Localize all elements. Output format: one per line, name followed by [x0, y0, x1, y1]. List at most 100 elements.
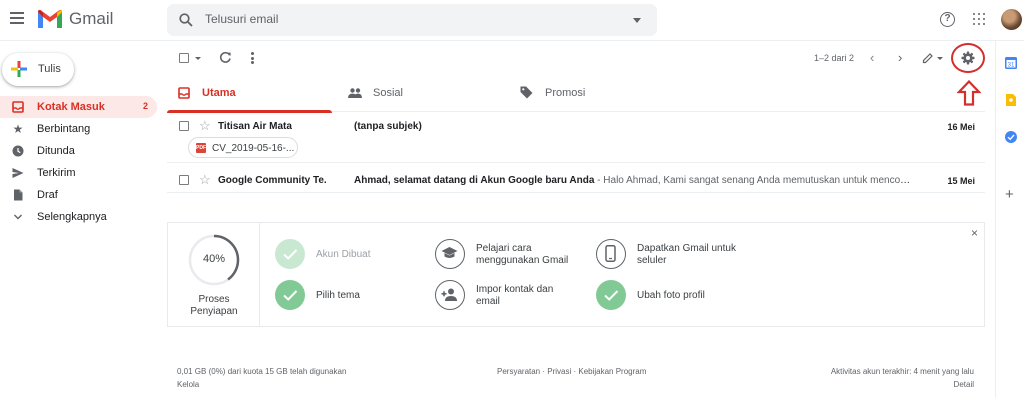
select-options-caret-icon[interactable] [195, 57, 201, 60]
input-tools-caret-icon[interactable] [937, 57, 943, 60]
category-tabs: Utama Sosial Promosi [167, 76, 985, 113]
main-menu-icon[interactable] [10, 12, 24, 24]
email-sender: Titisan Air Mata [218, 121, 292, 132]
sidebar-item-label: Terkirim [37, 167, 76, 179]
sidebar-nav: Kotak Masuk 2 ★ Berbintang Ditunda Terki… [0, 96, 157, 228]
email-row[interactable]: ☆ Google Community Te. Ahmad, selamat da… [167, 166, 985, 193]
gmail-logo[interactable]: Gmail [37, 9, 113, 29]
keep-icon[interactable] [1005, 94, 1017, 106]
progress-label-line: Proses [198, 294, 230, 305]
check-icon [596, 280, 626, 310]
attachment-name: CV_2019-05-16-... [212, 143, 295, 154]
task-label-line: Dapatkan Gmail untuk [637, 243, 736, 254]
tab-label: Utama [202, 87, 236, 99]
task-get-mobile-gmail[interactable]: Dapatkan Gmail untuk seluler [596, 239, 756, 269]
sidebar-item-label: Draf [37, 189, 58, 201]
app-name: Gmail [69, 9, 114, 28]
tasks-icon[interactable] [1005, 131, 1017, 143]
sidebar-item-label: Kotak Masuk [37, 101, 105, 113]
graduation-cap-icon [435, 239, 465, 269]
tag-icon [520, 86, 533, 99]
email-sender: Google Community Te. [218, 175, 327, 186]
row-checkbox[interactable] [179, 175, 189, 185]
sidebar-item-more[interactable]: Selengkapnya [0, 206, 157, 228]
chevron-down-icon [12, 211, 24, 223]
google-apps-icon[interactable] [973, 13, 985, 25]
people-icon [348, 88, 362, 98]
activity-details-link[interactable]: Detail [954, 380, 974, 389]
help-icon[interactable]: ? [940, 12, 955, 27]
search-input[interactable] [205, 12, 605, 26]
task-label: Pilih tema [316, 290, 360, 301]
manage-storage-link[interactable]: Kelola [177, 380, 199, 389]
email-subject: (tanpa subjek) [354, 121, 422, 132]
compose-label: Tulis [38, 63, 61, 75]
star-icon: ★ [12, 122, 24, 136]
progress-label: Proses Penyiapan [168, 294, 260, 318]
search-icon[interactable] [179, 13, 193, 27]
search-bar[interactable] [167, 4, 657, 36]
check-icon [275, 280, 305, 310]
pdf-icon: PDF [196, 143, 206, 153]
compose-plus-icon [11, 61, 27, 77]
calendar-icon[interactable]: 31 [1005, 57, 1017, 69]
sidebar-item-drafts[interactable]: Draf [0, 184, 157, 206]
attachment-chip[interactable]: PDF CV_2019-05-16-... [188, 137, 298, 158]
star-outline-icon[interactable]: ☆ [199, 119, 211, 132]
account-avatar[interactable] [1001, 9, 1022, 30]
task-label: Akun Dibuat [316, 249, 371, 260]
task-label-line: Impor kontak dan [476, 284, 554, 295]
top-bar: Gmail ? [0, 0, 1024, 40]
tab-primary[interactable]: Utama [167, 76, 332, 113]
email-subject-line: Ahmad, selamat datang di Akun Google bar… [354, 175, 914, 186]
phone-icon [596, 239, 626, 269]
task-choose-theme[interactable]: Pilih tema [275, 280, 415, 310]
row-checkbox[interactable] [179, 121, 189, 131]
task-change-profile-photo[interactable]: Ubah foto profil [596, 280, 756, 310]
add-icon[interactable]: + [1005, 187, 1014, 202]
sidebar-item-inbox[interactable]: Kotak Masuk 2 [0, 96, 157, 118]
setup-progress: 40% Proses Penyiapan [168, 223, 260, 326]
close-icon[interactable]: × [971, 227, 978, 239]
gmail-m-icon [38, 9, 62, 28]
refresh-icon[interactable] [219, 51, 232, 64]
sidebar-item-snoozed[interactable]: Ditunda [0, 140, 157, 162]
sidebar-item-label: Berbintang [37, 123, 91, 135]
check-icon [275, 239, 305, 269]
footer-policy-links[interactable]: Persyaratan · Privasi · Kebijakan Progra… [497, 367, 646, 376]
sidebar-item-sent[interactable]: Terkirim [0, 162, 157, 184]
sidebar-item-starred[interactable]: ★ Berbintang [0, 118, 157, 140]
tab-social[interactable]: Sosial [337, 76, 502, 112]
last-account-activity: Aktivitas akun terakhir: 4 menit yang la… [830, 367, 974, 376]
task-learn-gmail[interactable]: Pelajari cara menggunakan Gmail [435, 239, 585, 269]
search-options-caret-icon[interactable] [633, 18, 641, 23]
side-panel: 31 + [995, 41, 1024, 398]
compose-button[interactable]: Tulis [2, 53, 74, 86]
pencil-icon[interactable] [922, 52, 934, 64]
tab-promotions[interactable]: Promosi [509, 76, 674, 112]
star-outline-icon[interactable]: ☆ [199, 173, 211, 186]
active-tab-indicator [167, 110, 332, 113]
task-label-line: seluler [637, 255, 667, 266]
task-import-contacts[interactable]: Impor kontak dan email [435, 280, 585, 310]
task-label: Ubah foto profil [637, 290, 705, 301]
progress-percent: 40% [202, 253, 226, 265]
task-label: Impor kontak dan email [476, 284, 553, 308]
task-account-created[interactable]: Akun Dibuat [275, 239, 415, 269]
settings-highlight-circle [951, 43, 985, 73]
task-label: Pelajari cara menggunakan Gmail [476, 243, 568, 267]
task-label: Dapatkan Gmail untuk seluler [637, 243, 736, 267]
task-label-line: Pelajari cara [476, 243, 532, 254]
select-all-checkbox[interactable] [179, 53, 189, 63]
tab-label: Sosial [373, 87, 403, 99]
sidebar-item-label: Selengkapnya [37, 211, 107, 223]
chevron-left-icon[interactable]: ‹ [870, 51, 874, 64]
storage-usage: 0,01 GB (0%) dari kuota 15 GB telah digu… [177, 367, 347, 376]
unread-count: 2 [142, 101, 148, 111]
chevron-right-icon[interactable]: › [898, 51, 902, 64]
tab-label: Promosi [545, 87, 586, 99]
send-icon [12, 167, 24, 179]
more-options-icon[interactable] [251, 52, 254, 66]
email-date: 16 Mei [947, 122, 975, 132]
inbox-icon [178, 87, 190, 99]
